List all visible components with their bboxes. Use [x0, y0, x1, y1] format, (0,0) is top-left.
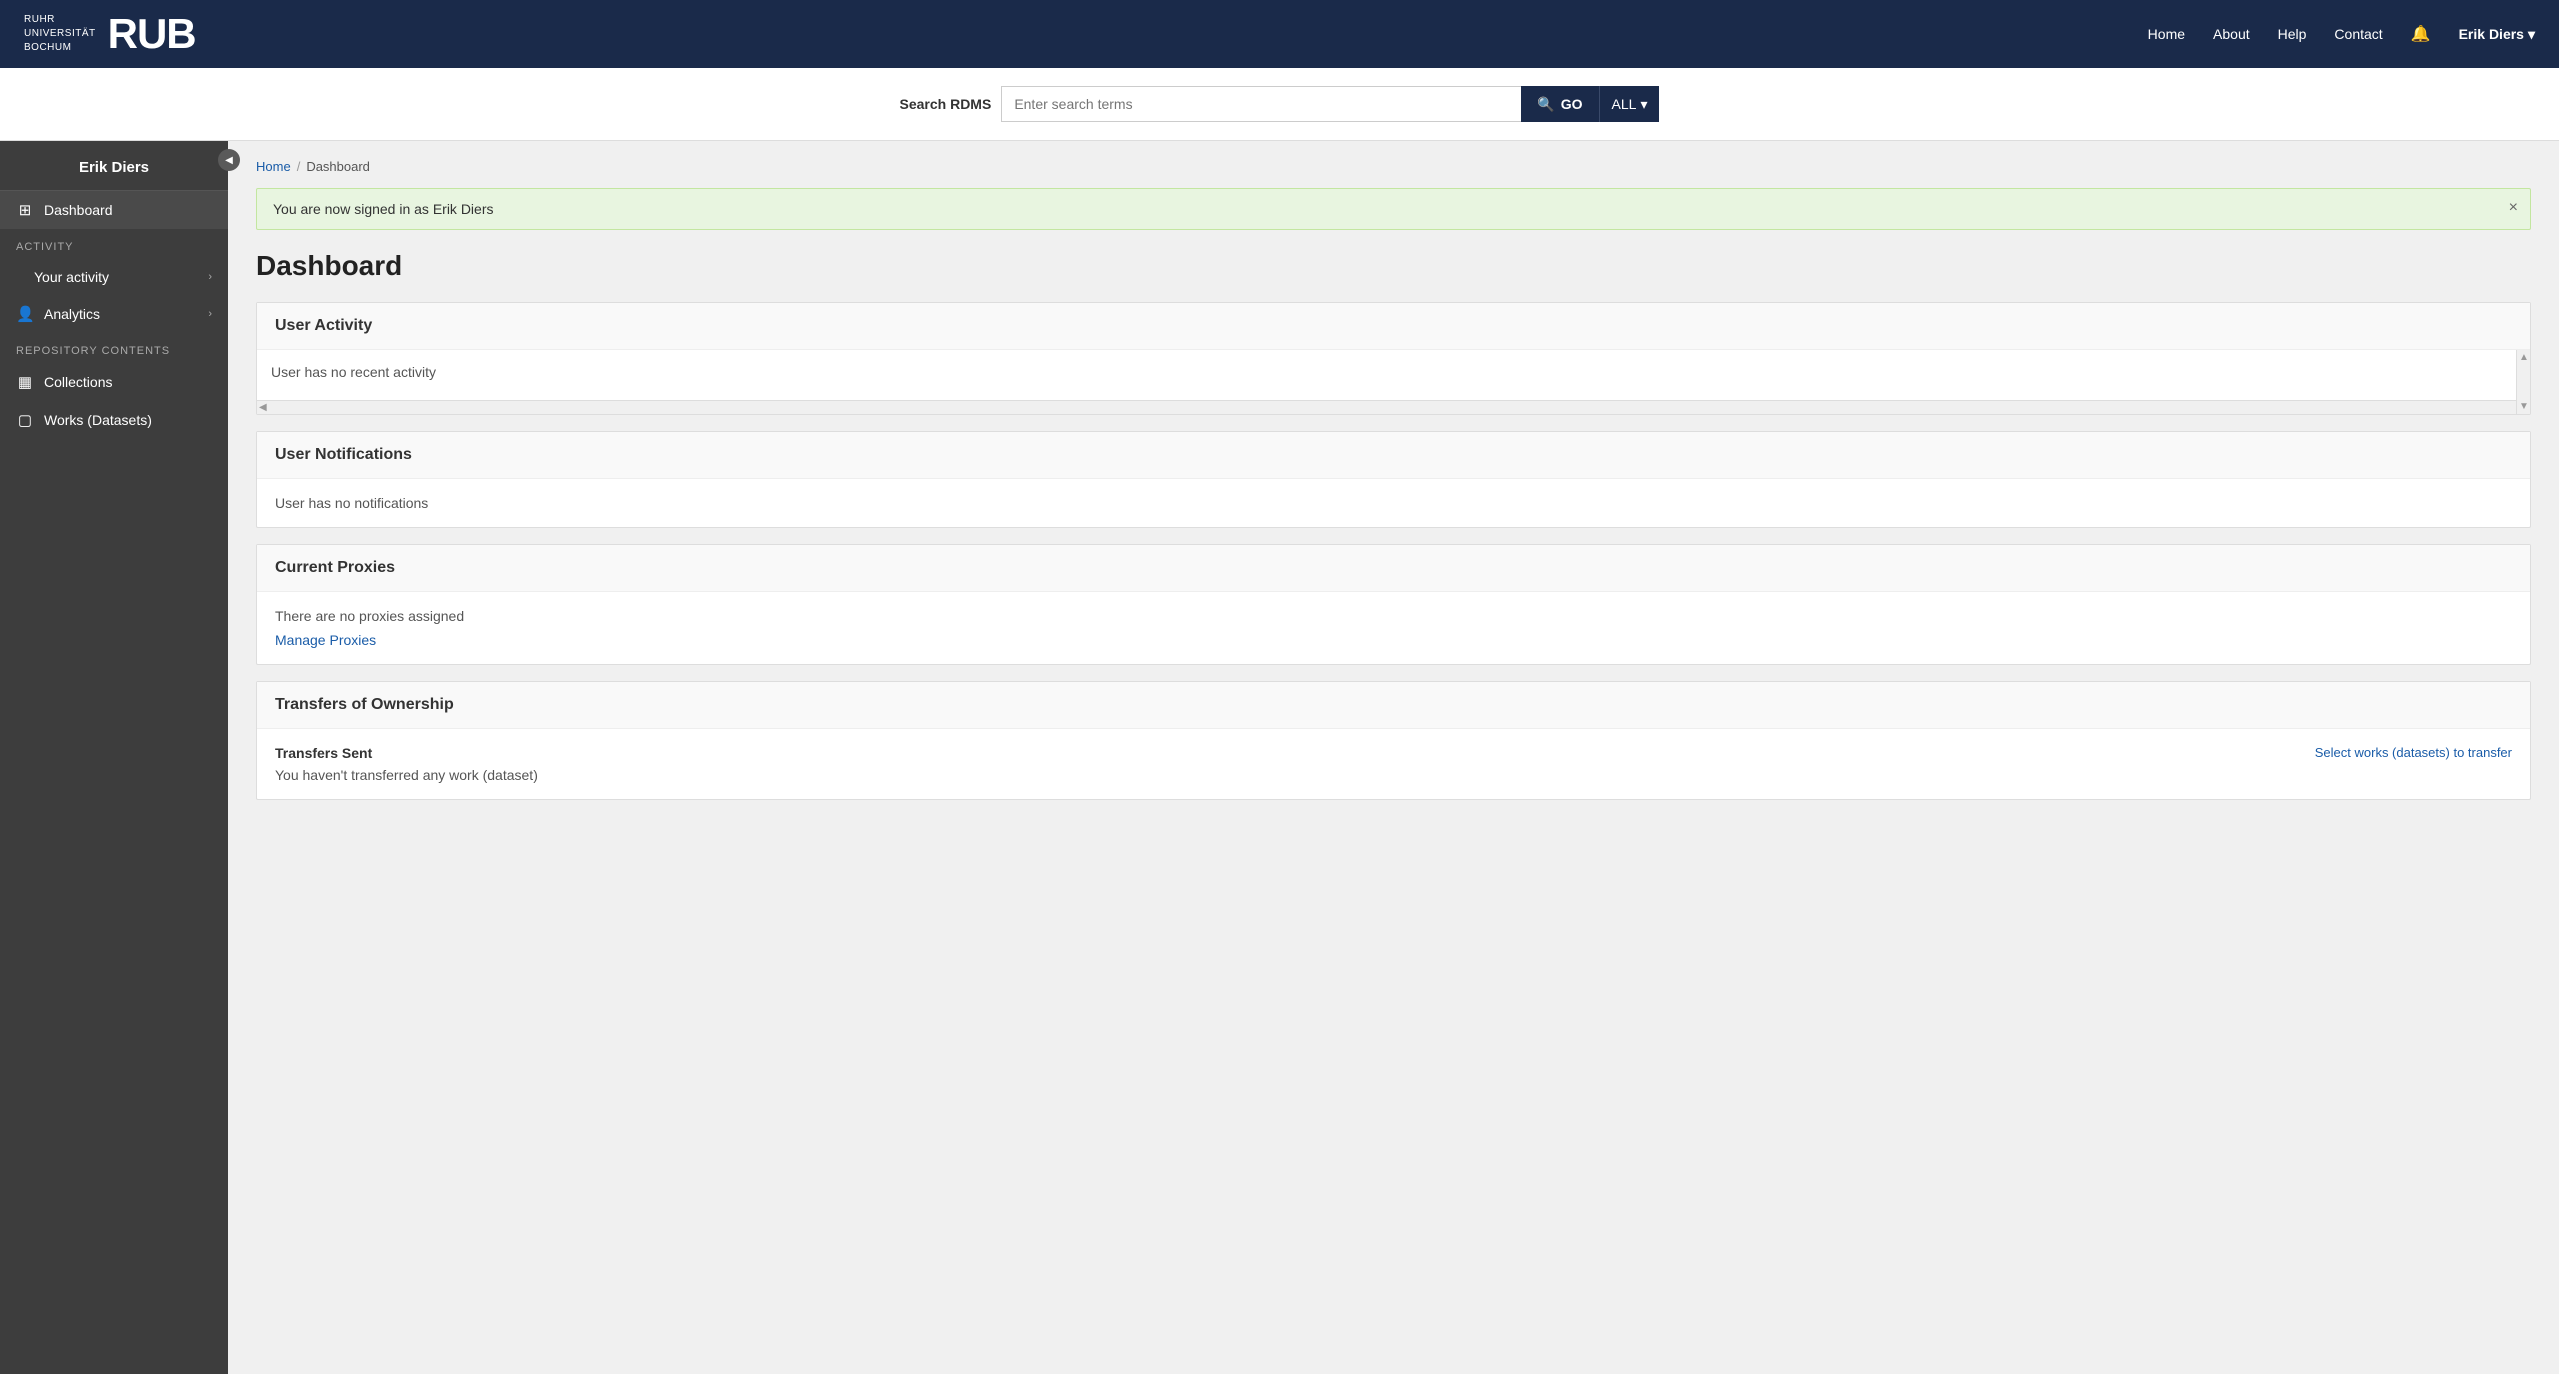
- logo-area: RUHR UNIVERSITÄT BOCHUM RUB: [24, 10, 196, 58]
- alert-close-button[interactable]: ×: [2509, 199, 2518, 217]
- search-input-wrapper: 🔍 GO ALL ▾: [1001, 86, 1659, 122]
- current-proxies-title: Current Proxies: [275, 559, 395, 577]
- rub-logo: RUB: [108, 10, 196, 58]
- user-notifications-body: User has no notifications: [257, 479, 2530, 527]
- university-text: RUHR UNIVERSITÄT BOCHUM: [24, 13, 96, 55]
- analytics-icon: 👤: [16, 305, 34, 323]
- university-name: RUHR UNIVERSITÄT BOCHUM: [24, 13, 96, 55]
- chevron-right-icon: ›: [208, 308, 212, 320]
- horizontal-scrollbar[interactable]: ◀ ▶: [257, 400, 2530, 414]
- chevron-down-icon: ▾: [1640, 96, 1647, 113]
- breadcrumb: Home / Dashboard: [256, 159, 2531, 174]
- notifications-empty-message: User has no notifications: [275, 495, 428, 511]
- sidebar-item-collections[interactable]: ▦ Collections: [0, 363, 228, 401]
- dashboard-label: Dashboard: [44, 202, 212, 218]
- dashboard-icon: ⊞: [16, 201, 34, 219]
- chevron-down-icon: ▾: [2528, 26, 2535, 43]
- search-icon: 🔍: [1537, 96, 1554, 113]
- sidebar-item-your-activity[interactable]: Your activity ›: [0, 259, 228, 295]
- activity-empty-message: User has no recent activity: [271, 364, 436, 380]
- user-name-display: Erik Diers: [2459, 26, 2524, 42]
- sidebar: ◀ Erik Diers ⊞ Dashboard ACTIVITY Your a…: [0, 141, 228, 1374]
- transfers-sent-area: Transfers Sent You haven't transferred a…: [275, 745, 2512, 783]
- proxies-empty-message: There are no proxies assigned: [275, 608, 2512, 624]
- user-activity-title: User Activity: [275, 317, 372, 335]
- select-works-link[interactable]: Select works (datasets) to transfer: [2315, 745, 2512, 760]
- main-content: Home / Dashboard You are now signed in a…: [228, 141, 2559, 1374]
- all-label: ALL: [1612, 96, 1637, 112]
- breadcrumb-separator: /: [297, 159, 301, 174]
- chevron-right-icon: ›: [208, 271, 212, 283]
- user-activity-content: User has no recent activity: [257, 350, 2530, 400]
- current-proxies-body: There are no proxies assigned Manage Pro…: [257, 592, 2530, 664]
- search-all-button[interactable]: ALL ▾: [1599, 86, 1660, 122]
- nav-contact[interactable]: Contact: [2334, 26, 2382, 42]
- transfers-sent-label: Transfers Sent: [275, 745, 538, 761]
- transfers-body: Transfers Sent You haven't transferred a…: [257, 729, 2530, 799]
- transfers-title: Transfers of Ownership: [275, 696, 454, 714]
- sidebar-toggle-button[interactable]: ◀: [218, 149, 240, 171]
- user-notifications-section: User Notifications User has no notificat…: [256, 431, 2531, 528]
- nav-home[interactable]: Home: [2148, 26, 2185, 42]
- vertical-scrollbar[interactable]: ▲ ▼: [2516, 350, 2530, 414]
- manage-proxies-link[interactable]: Manage Proxies: [275, 632, 376, 648]
- top-navigation: RUHR UNIVERSITÄT BOCHUM RUB Home About H…: [0, 0, 2559, 68]
- page-title: Dashboard: [256, 250, 2531, 282]
- transfers-sent-message: You haven't transferred any work (datase…: [275, 767, 538, 783]
- transfers-section: Transfers of Ownership Transfers Sent Yo…: [256, 681, 2531, 800]
- scroll-up-arrow[interactable]: ▲: [2519, 352, 2528, 363]
- main-layout: ◀ Erik Diers ⊞ Dashboard ACTIVITY Your a…: [0, 141, 2559, 1374]
- scroll-down-arrow[interactable]: ▼: [2519, 401, 2528, 412]
- repo-section-label: REPOSITORY CONTENTS: [0, 333, 228, 363]
- activity-section-label: ACTIVITY: [0, 229, 228, 259]
- breadcrumb-current: Dashboard: [306, 159, 370, 174]
- search-go-button[interactable]: 🔍 GO: [1521, 86, 1598, 122]
- go-label: GO: [1561, 96, 1583, 112]
- collections-label: Collections: [44, 374, 212, 390]
- main-nav: Home About Help Contact 🔔 Erik Diers ▾: [2148, 24, 2535, 44]
- user-activity-header: User Activity: [257, 303, 2530, 350]
- nav-help[interactable]: Help: [2278, 26, 2307, 42]
- current-proxies-header: Current Proxies: [257, 545, 2530, 592]
- transfers-header: Transfers of Ownership: [257, 682, 2530, 729]
- your-activity-label: Your activity: [16, 269, 198, 285]
- user-notifications-title: User Notifications: [275, 446, 412, 464]
- sidebar-user-name: Erik Diers: [0, 141, 228, 191]
- alert-message: You are now signed in as Erik Diers: [273, 201, 494, 217]
- user-menu[interactable]: Erik Diers ▾: [2459, 26, 2535, 43]
- sidebar-item-dashboard[interactable]: ⊞ Dashboard: [0, 191, 228, 229]
- works-icon: ▢: [16, 411, 34, 429]
- current-proxies-section: Current Proxies There are no proxies ass…: [256, 544, 2531, 665]
- nav-about[interactable]: About: [2213, 26, 2250, 42]
- breadcrumb-home[interactable]: Home: [256, 159, 291, 174]
- works-label: Works (Datasets): [44, 412, 212, 428]
- success-alert: You are now signed in as Erik Diers ×: [256, 188, 2531, 230]
- user-activity-section: User Activity User has no recent activit…: [256, 302, 2531, 415]
- user-notifications-header: User Notifications: [257, 432, 2530, 479]
- collections-icon: ▦: [16, 373, 34, 391]
- analytics-label: Analytics: [44, 306, 198, 322]
- search-input[interactable]: [1001, 86, 1521, 122]
- transfers-sent-left: Transfers Sent You haven't transferred a…: [275, 745, 538, 783]
- sidebar-item-works[interactable]: ▢ Works (Datasets): [0, 401, 228, 439]
- user-activity-body: User has no recent activity ▲ ▼ ◀ ▶: [257, 350, 2530, 414]
- notifications-bell-icon[interactable]: 🔔: [2411, 24, 2431, 44]
- sidebar-item-analytics[interactable]: 👤 Analytics ›: [0, 295, 228, 333]
- search-label: Search RDMS: [900, 96, 992, 112]
- scroll-left-arrow[interactable]: ◀: [259, 402, 267, 413]
- search-bar: Search RDMS 🔍 GO ALL ▾: [0, 68, 2559, 141]
